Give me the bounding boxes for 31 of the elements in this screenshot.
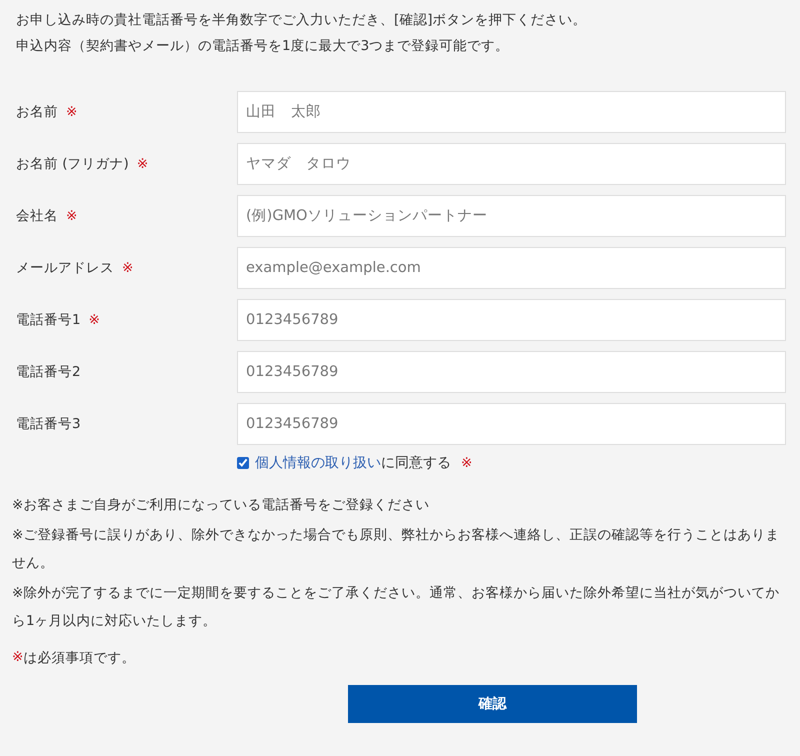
- input-field[interactable]: 0123456789: [237, 351, 786, 393]
- field-label: 会社名: [15, 208, 58, 224]
- input-field[interactable]: example@example.com: [237, 247, 786, 289]
- required-mark: ※: [122, 260, 134, 276]
- required-mark: ※: [12, 649, 24, 667]
- note-text: ※除外が完了するまでに一定期間を要することをご了承ください。通常、お客様から届いた除外希望に当社が気がついてから1ヶ月以内に対応いたします。: [12, 584, 780, 631]
- field-label: 電話番号2: [15, 364, 81, 380]
- field-label: お名前: [15, 104, 58, 120]
- field-label: メールアドレス: [15, 260, 114, 276]
- confirm-button[interactable]: 確認: [348, 685, 637, 723]
- required-mark: ※: [66, 104, 78, 120]
- note-text: ※ご登録番号に誤りがあり、除外できなかった場合でも原則、弊社からお客様へ連絡し、正誤の確認等を行うことはありません。: [12, 526, 780, 573]
- field-label: 電話番号3: [15, 416, 81, 432]
- input-field[interactable]: 山田 太郎: [237, 91, 786, 133]
- required-mark: ※: [66, 208, 78, 224]
- required-mark: ※: [461, 455, 472, 471]
- legend-text: は必須事項です。: [23, 649, 136, 667]
- consent-checkbox[interactable]: [237, 457, 249, 469]
- consent-text: に同意する: [381, 454, 451, 472]
- input-field[interactable]: 0123456789: [237, 299, 786, 341]
- input-field[interactable]: ヤマダ タロウ: [237, 143, 786, 185]
- privacy-link[interactable]: 個人情報の取り扱い: [255, 454, 381, 472]
- note-text: ※お客さまご自身がご利用になっている電話番号をご登録ください: [12, 496, 430, 515]
- required-mark: ※: [136, 156, 148, 172]
- input-field[interactable]: (例)GMOソリューションパートナー: [237, 195, 786, 237]
- field-label: 電話番号1: [15, 312, 81, 328]
- field-label: お名前 (フリガナ): [15, 156, 129, 172]
- input-field[interactable]: 0123456789: [237, 403, 786, 445]
- instruction-text: 申込内容（契約書やメール）の電話番号を1度に最大で3つまで登録可能です。: [16, 37, 510, 56]
- required-mark: ※: [88, 312, 100, 328]
- instruction-text: お申し込み時の貴社電話番号を半角数字でご入力いただき、[確認]ボタンを押下ください。: [16, 11, 588, 30]
